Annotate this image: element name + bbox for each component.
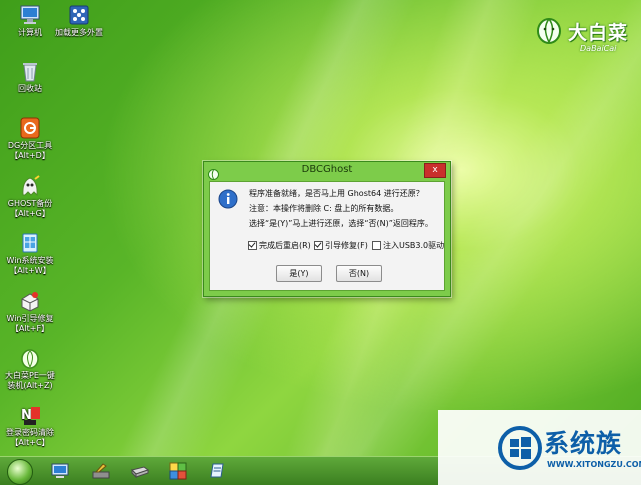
- dialog-title: DBCGhost: [301, 164, 353, 175]
- computer-icon: [18, 4, 42, 26]
- desktop-icon-label: 登录密码清除 【Alt+C】: [6, 428, 54, 447]
- close-icon: x: [432, 165, 438, 175]
- desktop-icon-computer[interactable]: 计算机: [2, 4, 58, 38]
- dialog-titlebar[interactable]: DBCGhost x: [204, 162, 450, 180]
- brand-subtitle: DaBaiCai: [580, 44, 617, 53]
- no-button[interactable]: 否(N): [336, 265, 382, 282]
- checkbox-label: 完成后重启(R): [259, 241, 311, 250]
- dg-partition-icon: [18, 117, 42, 139]
- desktop-icon-label: 回收站: [18, 84, 42, 93]
- checkbox-box[interactable]: [314, 241, 323, 250]
- taskbar-tools-icon[interactable]: [91, 461, 111, 481]
- usb3-driver-checkbox[interactable]: 注入USB3.0驱动: [372, 240, 444, 251]
- message-line-instruction: 选择“是(Y)”马上进行还原，选择“否(N)”返回程序。: [249, 219, 433, 228]
- desktop-icon-boot-repair[interactable]: Win引导修复 【Alt+F】: [2, 290, 58, 334]
- brand-name: 大白菜: [568, 22, 629, 44]
- desktop-icon-label: 计算机: [18, 28, 42, 37]
- checkbox-label: 注入USB3.0驱动: [383, 241, 445, 250]
- yes-button[interactable]: 是(Y): [276, 265, 322, 282]
- dabaicai-onekey-icon: [18, 347, 42, 369]
- dabaicai-logo: 大白菜 DaBaiCai: [536, 12, 636, 56]
- desktop-icon-label: GHOST备份 【Alt+G】: [7, 199, 53, 218]
- recycle-bin-icon: [18, 60, 42, 82]
- desktop-icon-label: Win系统安装 【Alt+W】: [6, 256, 54, 275]
- desktop-icon-dabaicai-onekey[interactable]: 大白菜PE一键 装机(Alt+Z): [2, 347, 58, 391]
- checkbox-label: 引导修复(F): [325, 241, 368, 250]
- message-line-warning: 注意：本操作将删除 C: 盘上的所有数据。: [249, 204, 399, 213]
- dbcghost-dialog: DBCGhost x 程序准备就绪，是否马上用 Ghost64 进行还原？ 注意…: [203, 161, 451, 297]
- taskbar-disk-icon[interactable]: [130, 461, 150, 481]
- taskbar-computer-icon[interactable]: [50, 461, 70, 481]
- cabbage-icon: [536, 14, 562, 44]
- desktop-icon-recycle-bin[interactable]: 回收站: [2, 60, 58, 94]
- close-button[interactable]: x: [424, 163, 446, 178]
- ghost-icon: [18, 175, 42, 197]
- checkbox-box[interactable]: [248, 241, 257, 250]
- start-orb-icon[interactable]: [7, 459, 33, 485]
- watermark-url: WWW.XITONGZU.COM: [547, 460, 641, 469]
- desktop-icon-dg-partition[interactable]: DG分区工具 【Alt+D】: [2, 117, 58, 161]
- desktop-icon-win-install[interactable]: Win系统安装 【Alt+W】: [2, 232, 58, 276]
- windows-logo-icon: [498, 426, 542, 470]
- boot-repair-icon: [18, 290, 42, 312]
- desktop-icon-password-clear[interactable]: N 登录密码清除 【Alt+C】: [2, 404, 58, 448]
- desktop-icon-label: 大白菜PE一键 装机(Alt+Z): [5, 371, 55, 390]
- load-external-icon: [67, 4, 91, 26]
- taskbar-puzzle-icon[interactable]: [168, 461, 188, 481]
- message-line-ready: 程序准备就绪，是否马上用 Ghost64 进行还原？: [249, 189, 424, 198]
- taskbar-notes-icon[interactable]: [207, 461, 227, 481]
- watermark-text: 系统族: [544, 429, 623, 458]
- xitongzu-watermark: 系统族 WWW.XITONGZU.COM: [438, 410, 641, 485]
- desktop-icon-load-external[interactable]: 加载更多外置: [51, 4, 107, 38]
- info-icon: [218, 189, 238, 209]
- desktop-icon-label: DG分区工具 【Alt+D】: [7, 141, 53, 160]
- checkbox-box[interactable]: [372, 241, 381, 250]
- password-clear-icon: N: [18, 404, 42, 426]
- boot-repair-checkbox[interactable]: 引导修复(F): [314, 240, 368, 251]
- win-install-icon: [18, 232, 42, 254]
- desktop-icon-label: Win引导修复 【Alt+F】: [6, 314, 54, 333]
- desktop-icon-ghost[interactable]: GHOST备份 【Alt+G】: [2, 175, 58, 219]
- restart-checkbox[interactable]: 完成后重启(R): [248, 240, 311, 251]
- dialog-content: 程序准备就绪，是否马上用 Ghost64 进行还原？ 注意：本操作将删除 C: …: [209, 181, 445, 291]
- desktop-icon-label: 加载更多外置: [55, 28, 103, 37]
